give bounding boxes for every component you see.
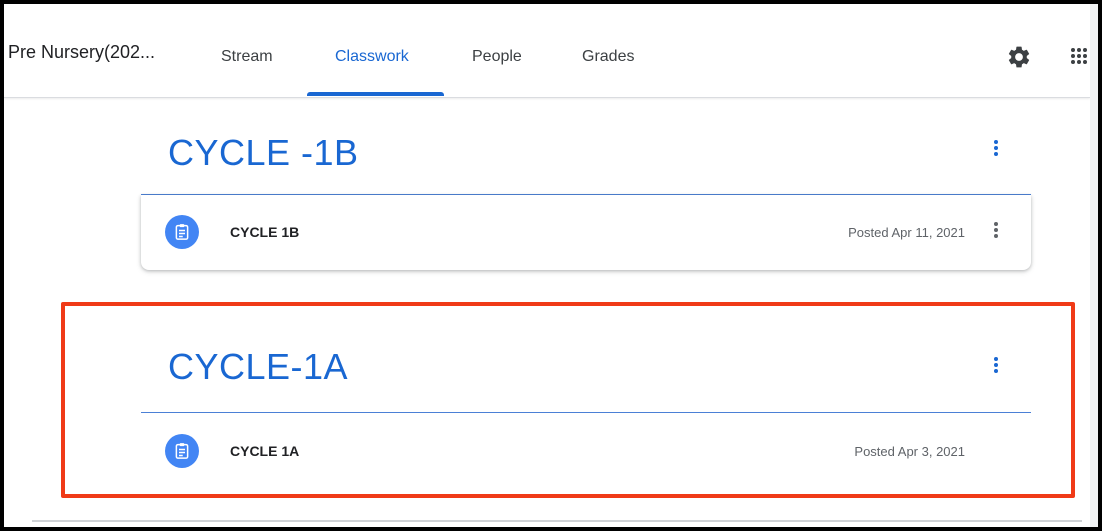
item-title: CYCLE 1B: [230, 224, 300, 240]
topic-more-options-icon[interactable]: [988, 138, 1004, 162]
settings-gear-icon[interactable]: [1006, 44, 1032, 70]
topic-title: CYCLE -1B: [168, 132, 359, 173]
classroom-window: Pre Nursery(202... Stream Classwork Peop…: [4, 4, 1098, 527]
assignment-icon: [165, 434, 199, 468]
assignment-icon: [165, 215, 199, 249]
class-title[interactable]: Pre Nursery(202...: [8, 42, 155, 63]
content-bottom-divider: [32, 520, 1082, 522]
scrollbar-track[interactable]: [1090, 4, 1098, 527]
topic-divider: [141, 412, 1031, 413]
classwork-item-card[interactable]: CYCLE 1B Posted Apr 11, 2021: [141, 195, 1031, 270]
item-posted-date: Posted Apr 3, 2021: [854, 444, 965, 459]
item-posted-date: Posted Apr 11, 2021: [848, 225, 965, 240]
active-tab-indicator: [307, 92, 444, 96]
tab-people[interactable]: People: [472, 48, 522, 66]
item-more-options-icon[interactable]: [988, 220, 1004, 244]
tab-classwork[interactable]: Classwork: [335, 48, 409, 66]
classwork-item-row[interactable]: CYCLE 1A Posted Apr 3, 2021: [141, 414, 1031, 484]
tab-grades[interactable]: Grades: [582, 48, 634, 66]
tab-stream[interactable]: Stream: [221, 48, 273, 66]
topic-title: CYCLE-1A: [168, 346, 349, 387]
item-title: CYCLE 1A: [230, 443, 300, 459]
top-app-bar: Pre Nursery(202... Stream Classwork Peop…: [4, 4, 1090, 98]
topic-more-options-icon[interactable]: [988, 355, 1004, 379]
